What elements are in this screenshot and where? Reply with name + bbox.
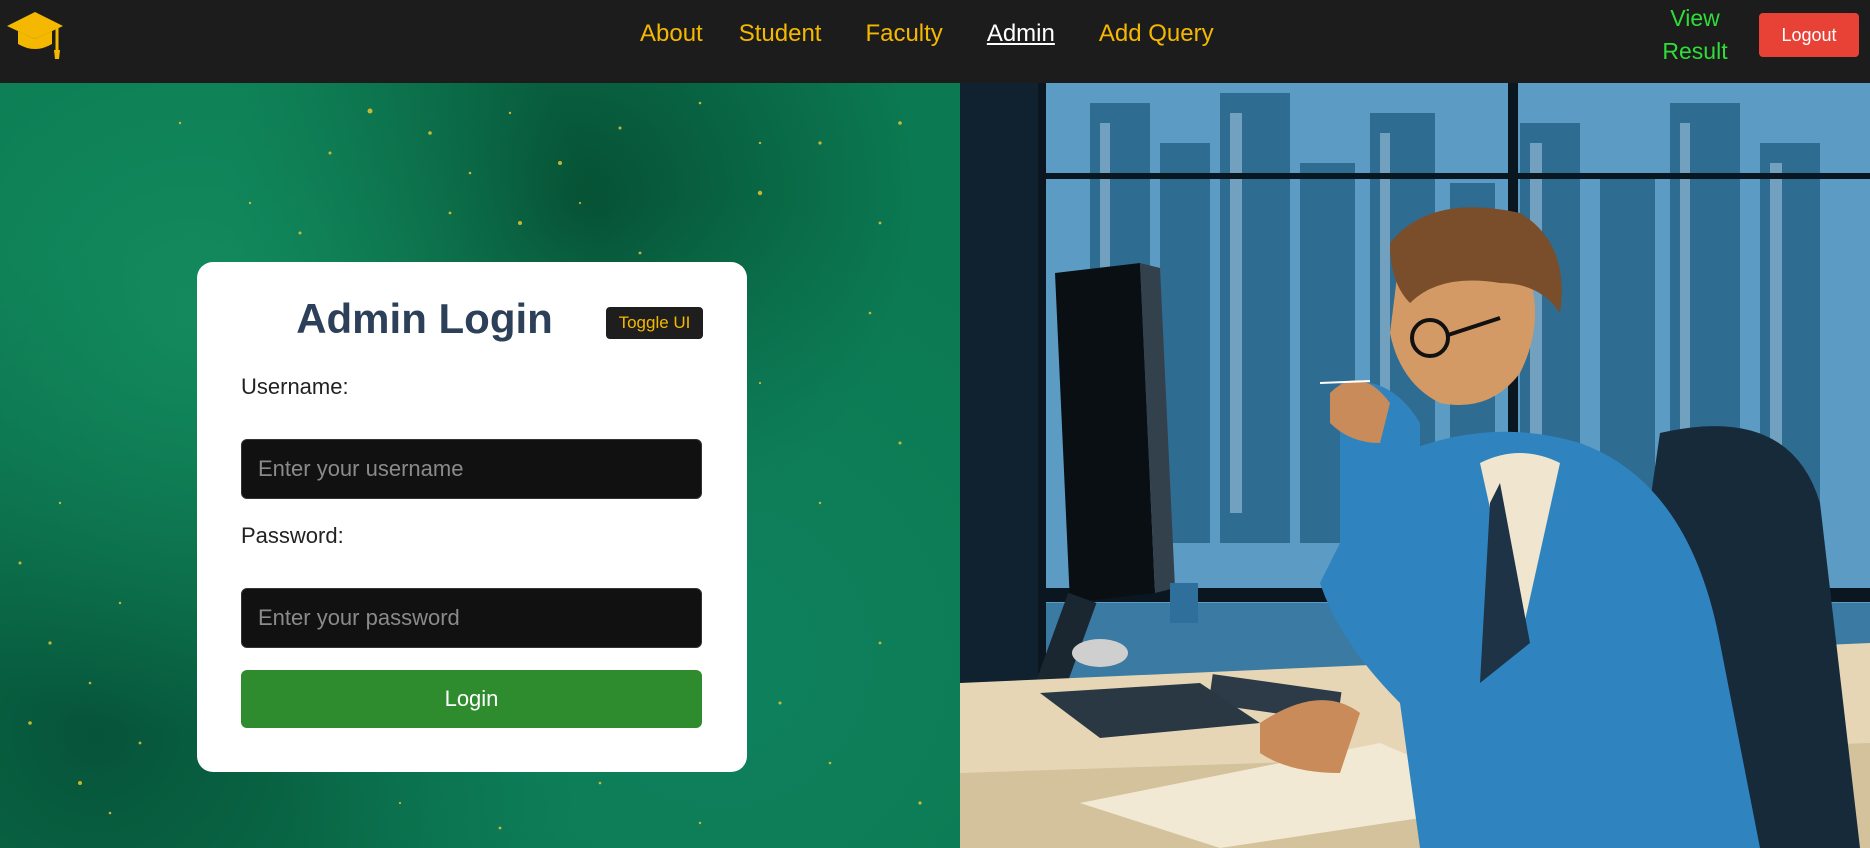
man-at-desk-illustration xyxy=(960,83,1870,848)
nav-link-add-query[interactable]: Add Query xyxy=(1099,18,1214,50)
view-result-link[interactable]: View Result xyxy=(1660,2,1730,68)
top-navbar: About Student Faculty Admin Add Query Vi… xyxy=(0,0,1870,83)
username-input[interactable] xyxy=(241,439,702,499)
graduation-cap-icon[interactable] xyxy=(5,8,65,62)
office-illustration xyxy=(960,83,1870,848)
nav-link-about[interactable]: About xyxy=(640,18,703,50)
username-label: Username: xyxy=(241,374,349,399)
page-title: Admin Login xyxy=(296,295,553,342)
login-background: Admin Login Toggle UI Username: Password… xyxy=(0,83,960,848)
nav-link-faculty[interactable]: Faculty xyxy=(865,18,942,50)
toggle-ui-button[interactable]: Toggle UI xyxy=(606,307,703,339)
nav-link-admin[interactable]: Admin xyxy=(987,18,1055,50)
login-button[interactable]: Login xyxy=(241,670,702,728)
nav-links: About Student Faculty Admin Add Query xyxy=(640,18,1214,50)
view-result-line1: View xyxy=(1670,5,1720,31)
login-card: Admin Login Toggle UI Username: Password… xyxy=(197,262,747,772)
view-result-line2: Result xyxy=(1662,38,1728,64)
logout-button[interactable]: Logout xyxy=(1759,13,1859,57)
password-input[interactable] xyxy=(241,588,702,648)
nav-link-student[interactable]: Student xyxy=(739,18,822,50)
password-label: Password: xyxy=(241,523,344,548)
